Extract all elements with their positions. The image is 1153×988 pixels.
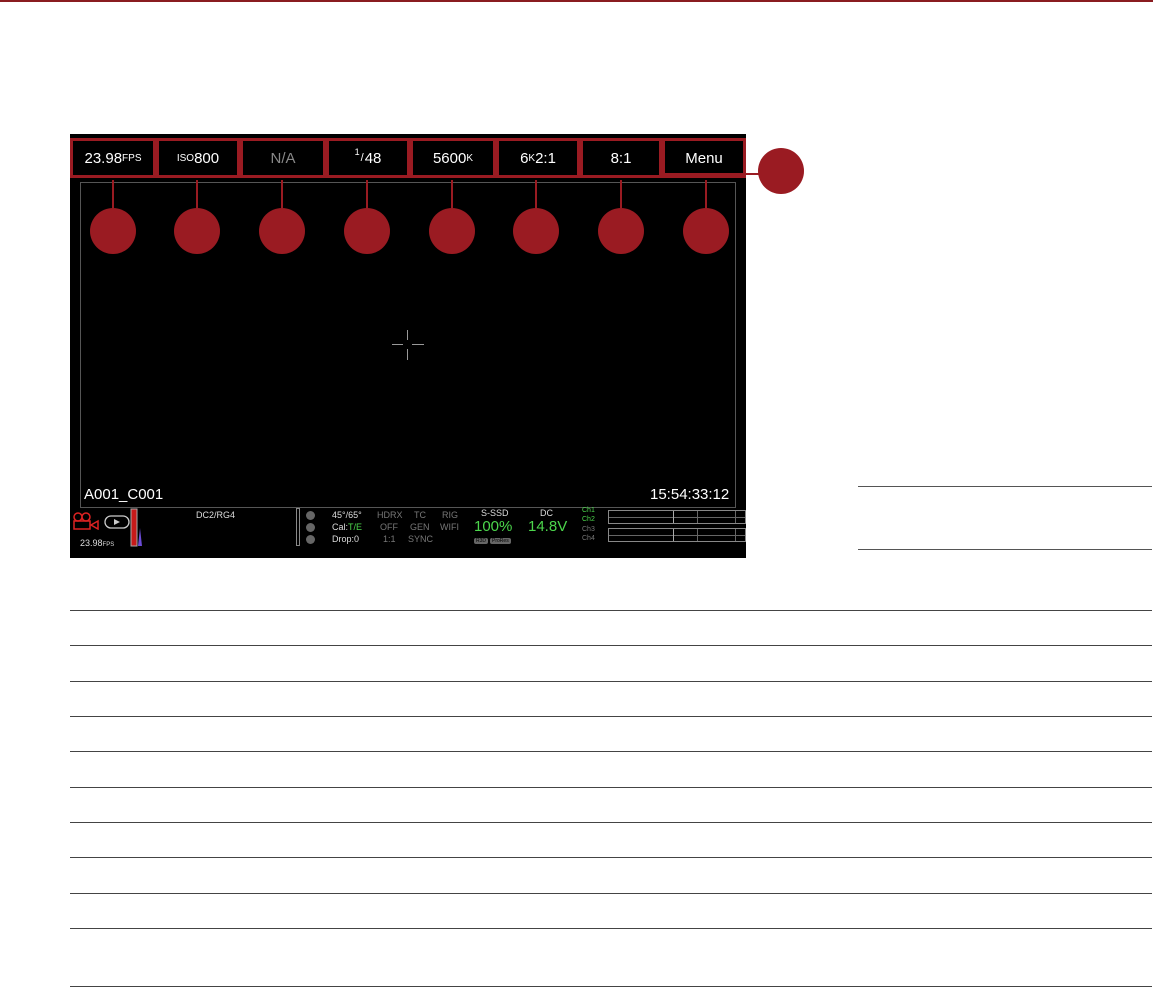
fps-button[interactable]: 23.98 FPS: [70, 138, 156, 178]
table-row-rule: [70, 610, 1152, 611]
table-row-rule: [70, 716, 1152, 717]
hdrx-ratio: 1:1: [383, 534, 396, 544]
shutter-numerator: 1: [354, 147, 360, 157]
callout-stem: [662, 173, 762, 175]
menu-button[interactable]: Menu: [662, 138, 746, 178]
histogram-icon: [130, 508, 142, 547]
table-row-rule: [70, 822, 1152, 823]
callout-stem: [620, 180, 622, 208]
callout-stem: [196, 180, 198, 208]
hdrx-value: OFF: [380, 522, 398, 532]
clip-name: A001_C001: [84, 486, 164, 503]
audio-channel: Ch3: [582, 526, 595, 533]
callout-marker: [429, 208, 475, 254]
status-dot-icon: [306, 535, 315, 544]
record-fps: 23.98FPS: [80, 538, 114, 551]
drop-frames: Drop:0: [332, 534, 360, 544]
callout-marker: [683, 208, 729, 254]
format-unit: K: [528, 152, 536, 164]
format-value: 6: [520, 149, 529, 167]
record-fps-unit: FPS: [102, 542, 115, 548]
power-value: 14.8V: [528, 518, 568, 535]
top-status-bar: 23.98 FPS ISO 800 N/A 1/48 5600 K 6K 2:1 8:…: [70, 134, 746, 182]
shutter-angle: 45°/65°: [332, 510, 362, 520]
table-row-rule: [70, 857, 1152, 858]
wb-value: 5600: [432, 149, 467, 167]
callout-marker: [598, 208, 644, 254]
bottom-status-bar: 23.98FPS DC2/RG4 45°/65° Cal:T/E Drop:0 …: [70, 507, 746, 558]
look-label: DC2/RG4: [196, 510, 236, 520]
white-balance-button[interactable]: 5600 K: [410, 138, 496, 178]
callout-marker: [758, 148, 804, 194]
table-row-rule: [70, 787, 1152, 788]
status-dot-icon: [306, 523, 315, 532]
callout-stem: [705, 180, 707, 208]
legend-rule: [858, 549, 1152, 550]
format-ratio: 2:1: [535, 149, 556, 167]
level-meter: [296, 508, 300, 546]
playback-icon[interactable]: [104, 515, 130, 529]
table-row-rule: [70, 681, 1152, 682]
legend-rule: [858, 486, 1152, 487]
shutter-value: 48: [364, 149, 382, 167]
timecode: 15:54:33:12: [650, 486, 730, 503]
callout-stem: [112, 180, 114, 208]
callout-marker: [344, 208, 390, 254]
top-rule: [0, 0, 1153, 2]
media-tag: ProRes: [490, 538, 511, 544]
menu-label: Menu: [685, 149, 723, 167]
cal-value: T/E: [348, 522, 363, 532]
media-value: 100%: [474, 518, 513, 535]
audio-meter: [608, 528, 746, 542]
audio-channel: Ch4: [582, 535, 595, 542]
audio-channel: Ch1: [582, 507, 595, 514]
table-row-rule: [70, 893, 1152, 894]
callout-marker: [174, 208, 220, 254]
fps-value: 23.98: [84, 149, 123, 167]
table-row-rule: [70, 645, 1152, 646]
callout-marker: [90, 208, 136, 254]
tc-value: GEN: [410, 522, 430, 532]
callout-marker: [513, 208, 559, 254]
wb-unit: K: [466, 152, 474, 164]
audio-channel: Ch2: [582, 516, 595, 523]
table-row-rule: [70, 986, 1152, 987]
iso-prefix: ISO: [176, 152, 195, 164]
callout-stem: [366, 180, 368, 208]
tc-label: TC: [414, 510, 426, 520]
rig-value: WIFI: [440, 522, 459, 532]
hdrx-label: HDRX: [377, 510, 403, 520]
audio-meter: [608, 510, 746, 524]
rig-label: RIG: [442, 510, 459, 520]
callout-stem: [281, 180, 283, 208]
aperture-value: N/A: [270, 149, 296, 167]
format-button[interactable]: 6K 2:1: [496, 138, 580, 178]
table-row-rule: [70, 928, 1152, 929]
record-fps-value: 23.98: [80, 538, 103, 548]
aperture-button[interactable]: N/A: [240, 138, 326, 178]
cal-label: Cal:: [332, 522, 349, 532]
compression-value: 8:1: [610, 149, 632, 167]
media-tag: R3D: [474, 538, 489, 544]
shutter-slash: /: [360, 152, 364, 164]
shutter-button[interactable]: 1/48: [326, 138, 410, 178]
iso-value: 800: [194, 149, 220, 167]
media-tags: R3D ProRes: [474, 538, 511, 544]
compression-button[interactable]: 8:1: [580, 138, 662, 178]
fps-unit: FPS: [122, 152, 142, 164]
status-dot-icon: [306, 511, 315, 520]
callout-stem: [535, 180, 537, 208]
crosshair-gap: [406, 340, 409, 349]
tc-sync: SYNC: [408, 534, 434, 544]
iso-button[interactable]: ISO 800: [156, 138, 240, 178]
record-camera-icon[interactable]: [72, 512, 102, 530]
callout-marker: [259, 208, 305, 254]
calibration: Cal:T/E: [332, 522, 362, 533]
callout-stem: [451, 180, 453, 208]
table-row-rule: [70, 751, 1152, 752]
